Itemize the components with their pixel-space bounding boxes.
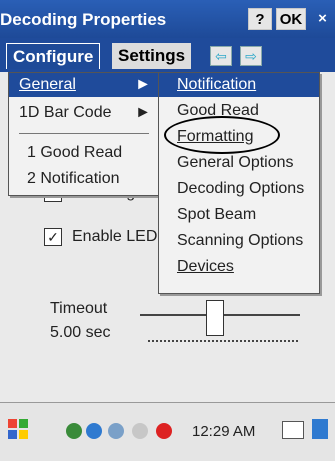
ok-button[interactable]: OK — [276, 8, 306, 30]
keyboard-icon[interactable] — [282, 421, 304, 439]
menu-item-1d-bar-code[interactable]: 1D Bar Code ► — [9, 101, 159, 125]
taskbar-time: 12:29 AM — [192, 423, 256, 440]
checkbox-2[interactable]: ✓ — [44, 228, 62, 246]
menu-item-general[interactable]: General ► — [9, 73, 159, 97]
submenu-spot-beam[interactable]: Spot Beam — [159, 203, 319, 227]
submenu-notification[interactable]: Notification — [159, 73, 319, 97]
submenu-decoding-options[interactable]: Decoding Options — [159, 177, 319, 201]
check2-label: Enable LED — [72, 228, 158, 246]
timeout-label: Timeout — [50, 300, 108, 317]
close-button[interactable]: × — [310, 8, 335, 30]
title-bar: Decoding Properties ? OK × — [0, 0, 335, 38]
network-icon[interactable] — [108, 423, 124, 439]
right-arrow-icon[interactable]: ⇨ — [240, 46, 262, 66]
tab-bar: Configure Settings ⇦ ⇨ — [0, 38, 335, 72]
check-row-2[interactable]: ✓ Enable LED — [44, 228, 157, 246]
start-icon[interactable] — [6, 417, 30, 441]
menu-right: Notification Good Read Formatting Genera… — [158, 72, 320, 294]
connection-icon-2[interactable] — [86, 423, 102, 439]
menu-item-notification[interactable]: 2 Notification — [9, 167, 159, 191]
timeout-value: 5.00 sec — [50, 324, 111, 341]
submenu-scanning-options[interactable]: Scanning Options — [159, 229, 319, 253]
left-arrow-icon[interactable]: ⇦ — [210, 46, 232, 66]
tab-configure[interactable]: Configure — [6, 43, 101, 69]
submenu-general-options[interactable]: General Options — [159, 151, 319, 175]
timeout-slider-thumb[interactable] — [206, 300, 224, 336]
window-title: Decoding Properties — [0, 10, 167, 29]
bluetooth-icon[interactable] — [132, 423, 148, 439]
window-switch-icon[interactable] — [312, 419, 328, 439]
volume-icon[interactable] — [156, 423, 172, 439]
menu-separator — [19, 133, 149, 134]
slider-ticks — [148, 340, 298, 344]
menu-left: General ► 1D Bar Code ► 1 Good Read 2 No… — [8, 72, 160, 196]
taskbar: 12:29 AM — [0, 402, 335, 461]
formatting-highlight-oval — [164, 116, 280, 154]
connection-icon-1[interactable] — [66, 423, 82, 439]
menu-item-good-read[interactable]: 1 Good Read — [9, 141, 159, 165]
submenu-devices[interactable]: Devices — [159, 255, 319, 279]
tab-settings[interactable]: Settings — [112, 43, 192, 69]
help-button[interactable]: ? — [248, 8, 272, 30]
